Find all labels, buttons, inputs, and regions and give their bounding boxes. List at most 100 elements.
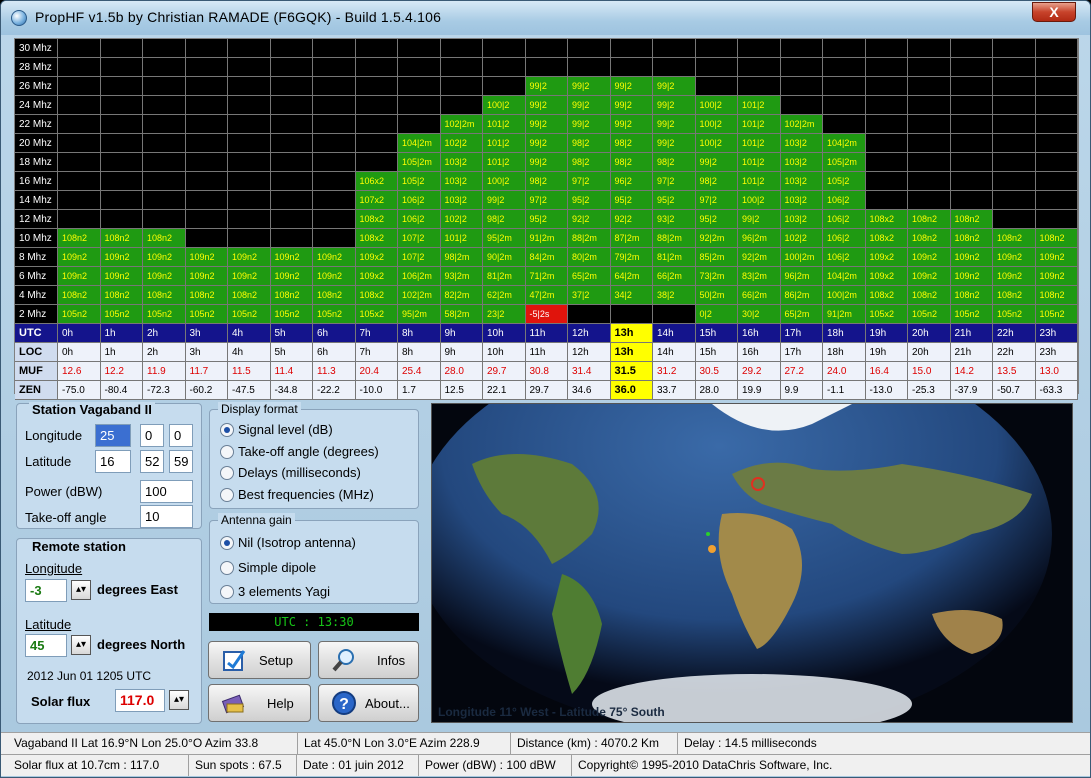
signal-cell: 96|2 — [610, 172, 653, 191]
remote-latitude-spinner-icon[interactable]: ▴▾ — [71, 635, 91, 655]
signal-cell: 92|2m — [738, 248, 781, 267]
latitude-min-field[interactable]: 52 — [140, 450, 164, 473]
remote-longitude-field[interactable]: -3 — [25, 579, 67, 602]
signal-cell: 100|2 — [483, 172, 526, 191]
signal-cell — [185, 153, 228, 172]
remote-latitude-field[interactable]: 45 — [25, 634, 67, 657]
signal-cell: 92|2 — [568, 210, 611, 229]
signal-cell: 103|2 — [780, 153, 823, 172]
power-field[interactable]: 100 — [140, 480, 193, 503]
signal-cell: 105x2 — [355, 305, 398, 324]
signal-cell — [610, 58, 653, 77]
signal-cell — [950, 115, 993, 134]
signal-cell: 105n2 — [950, 305, 993, 324]
world-map[interactable]: Longitude 11° West - Latitude 75° South — [431, 403, 1073, 723]
signal-cell — [228, 58, 271, 77]
display-format-panel: Display format Signal level (dB) Take-of… — [209, 402, 419, 509]
station-panel: Station Vagaband II Longitude 25 0 0 Lat… — [16, 402, 202, 529]
signal-cell: -5|2s — [525, 305, 568, 324]
signal-cell — [823, 77, 866, 96]
infos-button[interactable]: Infos — [318, 641, 419, 679]
antenna-yagi-radio[interactable]: 3 elements Yagi — [220, 585, 330, 599]
signal-cell — [993, 153, 1036, 172]
signal-cell: 91|2m — [823, 305, 866, 324]
signal-cell: 98|2 — [695, 172, 738, 191]
takeoff-field[interactable]: 10 — [140, 505, 193, 528]
frequency-row: 22 Mhz 102|2m 101|2 99|2 99|2 99|2 99|2 100|2 10… — [15, 115, 1078, 134]
help-label: Help — [267, 696, 294, 711]
latitude-sec-field[interactable]: 59 — [169, 450, 193, 473]
signal-cell — [313, 58, 356, 77]
loc-cell: 12h — [568, 343, 611, 362]
format-delays-radio[interactable]: Delays (milliseconds) — [220, 466, 361, 480]
signal-cell: 109n2 — [908, 248, 951, 267]
signal-cell: 108n2 — [950, 210, 993, 229]
utc-cell: 17h — [780, 324, 823, 343]
help-button[interactable]: Help — [208, 684, 311, 722]
signal-cell — [58, 172, 101, 191]
signal-cell: 95|2m — [483, 229, 526, 248]
signal-cell — [270, 58, 313, 77]
signal-cell: 109n2 — [185, 267, 228, 286]
signal-cell — [483, 39, 526, 58]
longitude-deg-field[interactable]: 25 — [95, 424, 131, 447]
signal-cell — [993, 77, 1036, 96]
muf-cell: 11.3 — [313, 362, 356, 381]
signal-cell: 105n2 — [993, 305, 1036, 324]
utc-cell: 9h — [440, 324, 483, 343]
signal-cell — [780, 77, 823, 96]
signal-cell — [58, 39, 101, 58]
longitude-sec-field[interactable]: 0 — [169, 424, 193, 447]
utc-cell: 1h — [100, 324, 143, 343]
utc-clock: UTC : 13:30 — [209, 613, 419, 631]
format-takeoff-radio[interactable]: Take-off angle (degrees) — [220, 445, 379, 459]
loc-cell: 10h — [483, 343, 526, 362]
signal-cell: 105n2 — [908, 305, 951, 324]
signal-cell: 105|2 — [823, 172, 866, 191]
solar-flux-spinner-icon[interactable]: ▴▾ — [169, 690, 189, 710]
muf-cell: 14.2 — [950, 362, 993, 381]
signal-cell: 109n2 — [950, 248, 993, 267]
signal-cell — [143, 58, 186, 77]
signal-cell — [58, 134, 101, 153]
format-signal-radio[interactable]: Signal level (dB) — [220, 423, 333, 437]
signal-cell: 108n2 — [185, 286, 228, 305]
signal-cell — [780, 58, 823, 77]
format-bestfreq-radio[interactable]: Best frequencies (MHz) — [220, 488, 374, 502]
muf-cell: 28.0 — [440, 362, 483, 381]
signal-cell: 99|2 — [653, 96, 696, 115]
signal-cell — [228, 172, 271, 191]
signal-cell — [185, 210, 228, 229]
signal-cell: 100|2 — [695, 96, 738, 115]
signal-cell: 100|2 — [738, 191, 781, 210]
antenna-nil-radio[interactable]: Nil (Isotrop antenna) — [220, 536, 356, 550]
signal-cell: 30|2 — [738, 305, 781, 324]
muf-cell: 30.8 — [525, 362, 568, 381]
signal-cell — [1035, 172, 1078, 191]
signal-cell: 105x2 — [865, 305, 908, 324]
longitude-min-field[interactable]: 0 — [140, 424, 164, 447]
loc-cell: 11h — [525, 343, 568, 362]
remote-longitude-spinner-icon[interactable]: ▴▾ — [71, 580, 91, 600]
takeoff-label: Take-off angle — [25, 510, 107, 525]
longitude-label: Longitude — [25, 428, 83, 443]
setup-button[interactable]: Setup — [208, 641, 311, 679]
signal-cell: 96|2m — [738, 229, 781, 248]
frequency-row: 16 Mhz 106x2 105|2 103|2 100|2 98|2 97|2 96|2 97… — [15, 172, 1078, 191]
row-label: UTC — [15, 324, 58, 343]
title-bar[interactable]: PropHF v1.5b by Christian RAMADE (F6GQK)… — [1, 1, 1090, 35]
signal-cell: 109x2 — [865, 248, 908, 267]
signal-cell: 0|2 — [695, 305, 738, 324]
latitude-deg-field[interactable]: 16 — [95, 450, 131, 473]
about-label: About... — [365, 696, 410, 711]
close-button[interactable]: X — [1032, 2, 1076, 22]
signal-cell — [695, 58, 738, 77]
signal-cell — [355, 39, 398, 58]
signal-cell — [908, 191, 951, 210]
signal-cell: 98|2 — [653, 153, 696, 172]
signal-cell: 79|2m — [610, 248, 653, 267]
about-button[interactable]: ? About... — [318, 684, 419, 722]
signal-cell — [355, 153, 398, 172]
solar-flux-field[interactable]: 117.0 — [115, 689, 165, 712]
antenna-dipole-radio[interactable]: Simple dipole — [220, 561, 316, 575]
